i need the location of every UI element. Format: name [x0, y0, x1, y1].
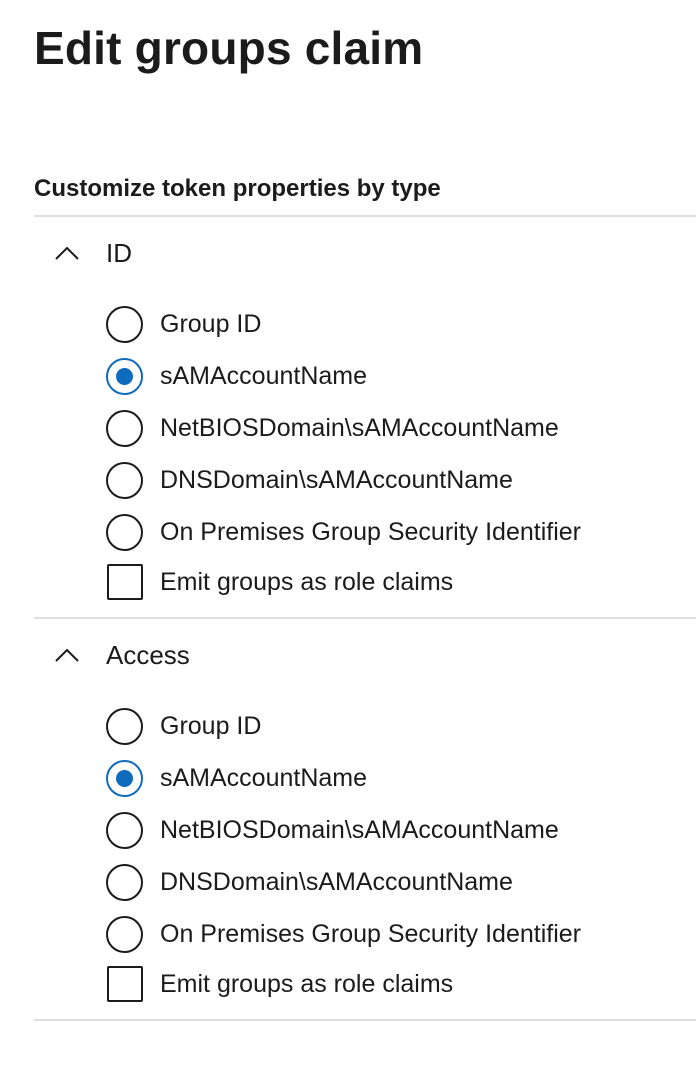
checkbox-label: Emit groups as role claims [160, 970, 454, 998]
radio-option-group-id[interactable]: Group ID [106, 706, 261, 746]
radio-option-on-premises-sid[interactable]: On Premises Group Security Identifier [106, 914, 581, 954]
page-title: Edit groups claim [34, 22, 424, 74]
section-divider [34, 215, 696, 217]
radio-dot [116, 367, 133, 385]
radio-option-netbios-samaccountname[interactable]: NetBIOSDomain\sAMAccountName [106, 408, 559, 448]
radio-option-on-premises-sid[interactable]: On Premises Group Security Identifier [106, 512, 581, 552]
radio-option-samaccountname[interactable]: sAMAccountName [106, 758, 367, 798]
group-divider [34, 1019, 696, 1021]
group-title: Access [106, 640, 190, 670]
section-heading: Customize token properties by type [34, 175, 441, 202]
radio-button[interactable] [106, 409, 143, 447]
radio-button[interactable] [106, 915, 143, 953]
radio-button[interactable] [106, 863, 143, 901]
chevron-up-icon [54, 642, 80, 668]
option-label: On Premises Group Security Identifier [160, 518, 581, 546]
option-label: sAMAccountName [160, 764, 368, 792]
radio-button-selected[interactable] [106, 357, 143, 395]
group-header-access[interactable]: Access [34, 633, 190, 677]
radio-dot [116, 769, 133, 787]
radio-option-samaccountname[interactable]: sAMAccountName [106, 356, 367, 396]
option-label: DNSDomain\sAMAccountName [160, 466, 513, 494]
checkbox[interactable] [107, 564, 143, 600]
radio-button[interactable] [106, 461, 143, 499]
option-label: sAMAccountName [160, 362, 368, 390]
group-divider [34, 617, 696, 619]
radio-button[interactable] [106, 811, 143, 849]
radio-button-selected[interactable] [106, 759, 143, 797]
radio-button[interactable] [106, 305, 143, 343]
radio-option-dns-samaccountname[interactable]: DNSDomain\sAMAccountName [106, 862, 513, 902]
option-label: DNSDomain\sAMAccountName [160, 868, 513, 896]
option-label: Group ID [160, 712, 262, 740]
radio-option-netbios-samaccountname[interactable]: NetBIOSDomain\sAMAccountName [106, 810, 559, 850]
group-title: ID [106, 238, 132, 268]
group-header-id[interactable]: ID [34, 231, 132, 275]
option-label: Group ID [160, 310, 262, 338]
checkbox-label: Emit groups as role claims [160, 568, 454, 596]
option-label: On Premises Group Security Identifier [160, 920, 581, 948]
checkbox-emit-role-claims[interactable]: Emit groups as role claims [106, 562, 453, 602]
checkbox[interactable] [107, 966, 143, 1002]
option-label: NetBIOSDomain\sAMAccountName [160, 414, 559, 442]
chevron-up-icon [54, 240, 80, 266]
radio-option-group-id[interactable]: Group ID [106, 304, 261, 344]
radio-button[interactable] [106, 707, 143, 745]
radio-button[interactable] [106, 513, 143, 551]
option-label: NetBIOSDomain\sAMAccountName [160, 816, 559, 844]
checkbox-emit-role-claims[interactable]: Emit groups as role claims [106, 964, 453, 1004]
radio-option-dns-samaccountname[interactable]: DNSDomain\sAMAccountName [106, 460, 513, 500]
